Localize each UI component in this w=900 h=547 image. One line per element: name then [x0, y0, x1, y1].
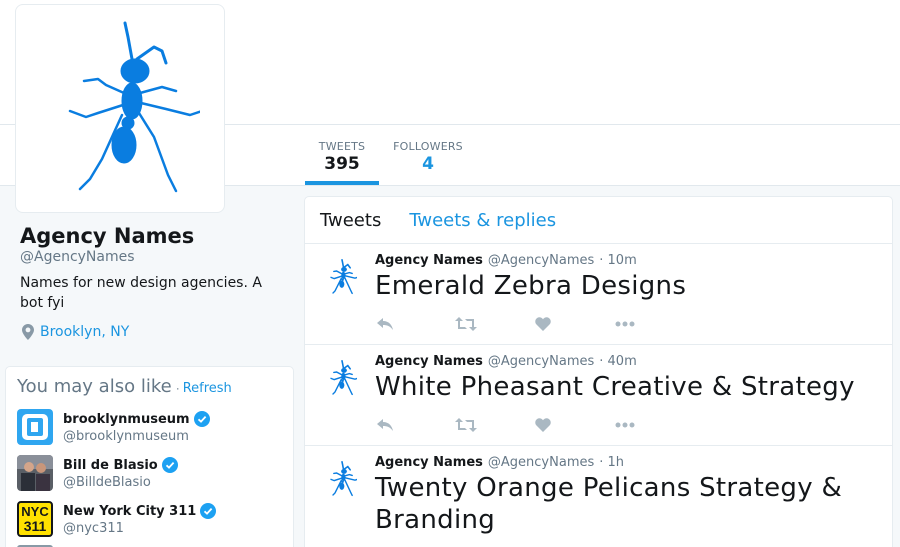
tweet-handle[interactable]: @AgencyNames: [488, 455, 594, 470]
ant-icon[interactable]: [325, 357, 357, 399]
refresh-link[interactable]: Refresh: [183, 381, 232, 396]
suggestion-name[interactable]: New York City 311: [63, 504, 196, 519]
suggestions-separator: ·: [175, 381, 180, 395]
retweet-icon: [455, 317, 477, 331]
tweet-text: White Pheasant Creative & Strategy: [375, 372, 855, 402]
suggestion-item[interactable]: NYC 311 New York City 311 @nyc311: [17, 501, 217, 539]
location-text: Brooklyn, NY: [40, 324, 130, 340]
tweets-stat-label: TWEETS: [318, 140, 366, 153]
ant-icon[interactable]: [325, 256, 357, 298]
tab-tweets[interactable]: Tweets: [320, 210, 381, 231]
location-pin-icon: [22, 324, 34, 340]
followers-stat-tab[interactable]: FOLLOWERS 4: [390, 140, 466, 174]
tweet-actions: [375, 316, 695, 332]
reply-icon: [377, 419, 393, 431]
tweet-author[interactable]: Agency Names: [375, 455, 483, 470]
more-icon: [615, 321, 635, 327]
reply-button[interactable]: [375, 316, 455, 332]
verified-badge-icon: [193, 411, 210, 427]
like-button[interactable]: [535, 316, 615, 332]
suggestion-name[interactable]: brooklynmuseum: [63, 412, 190, 427]
suggestions-title: You may also like: [17, 376, 172, 397]
nyc311-logo-text-top: NYC: [21, 504, 49, 519]
verified-badge-icon: [161, 457, 178, 473]
more-button[interactable]: [615, 417, 695, 433]
profile-location[interactable]: Brooklyn, NY: [22, 324, 129, 340]
tweet-text: Twenty Orange Pelicans Strategy & Brandi…: [375, 473, 843, 535]
tweet-time[interactable]: · 1h: [599, 455, 624, 470]
reply-icon: [377, 318, 393, 330]
who-to-follow-card: You may also like · Refresh brooklynmuse…: [5, 366, 294, 547]
tab-tweets-and-replies[interactable]: Tweets & replies: [409, 210, 556, 231]
suggestion-handle: @BilldeBlasio: [63, 475, 151, 490]
tweet-author[interactable]: Agency Names: [375, 354, 483, 369]
tweet[interactable]: Agency Names @AgencyNames · 1h Twenty Or…: [305, 446, 892, 547]
tweet[interactable]: Agency Names @AgencyNames · 40m White Ph…: [305, 345, 892, 446]
brooklyn-museum-logo-icon[interactable]: [17, 409, 53, 445]
retweet-button[interactable]: [455, 417, 535, 433]
ant-icon[interactable]: [325, 458, 357, 500]
timeline-tabs: Tweets Tweets & replies: [305, 197, 892, 244]
timeline: Tweets Tweets & replies Agency Names @Ag: [304, 196, 893, 547]
suggestion-item[interactable]: brooklynmuseum @brooklynmuseum: [17, 409, 210, 447]
verified-badge-icon: [200, 503, 217, 519]
tweets-stat-tab[interactable]: TWEETS 395: [305, 140, 379, 185]
suggestion-name[interactable]: Bill de Blasio: [63, 458, 158, 473]
more-button[interactable]: [615, 316, 695, 332]
tweets-stat-value: 395: [324, 154, 360, 174]
tweet-handle[interactable]: @AgencyNames: [488, 354, 594, 369]
profile-name[interactable]: Agency Names: [20, 224, 194, 248]
suggestion-handle: @brooklynmuseum: [63, 429, 189, 444]
retweet-button[interactable]: [455, 316, 535, 332]
nyc311-logo-text-bottom: 311: [23, 518, 47, 534]
suggestion-handle: @nyc311: [63, 521, 124, 536]
profile-bio: Names for new design agencies. A bot fyi: [20, 275, 262, 311]
tweet-time[interactable]: · 40m: [599, 354, 636, 369]
heart-icon: [535, 317, 551, 331]
profile-avatar[interactable]: [15, 4, 225, 213]
nyc311-logo-icon[interactable]: NYC 311: [17, 501, 53, 537]
retweet-icon: [455, 418, 477, 432]
tweet-text: Emerald Zebra Designs: [375, 271, 687, 301]
profile-handle[interactable]: @AgencyNames: [20, 249, 135, 265]
tweet-author[interactable]: Agency Names: [375, 253, 483, 268]
person-photo-icon[interactable]: [17, 455, 53, 491]
tweet-time[interactable]: · 10m: [599, 253, 636, 268]
heart-icon: [535, 418, 551, 432]
followers-stat-label: FOLLOWERS: [393, 140, 463, 153]
tweet-actions: [375, 417, 695, 433]
tweet[interactable]: Agency Names @AgencyNames · 10m Emerald …: [305, 244, 892, 345]
ant-icon: [68, 21, 200, 192]
suggestion-item[interactable]: Bill de Blasio @BilldeBlasio: [17, 455, 178, 493]
followers-stat-value: 4: [422, 154, 434, 174]
like-button[interactable]: [535, 417, 615, 433]
more-icon: [615, 422, 635, 428]
reply-button[interactable]: [375, 417, 455, 433]
tweet-handle[interactable]: @AgencyNames: [488, 253, 594, 268]
